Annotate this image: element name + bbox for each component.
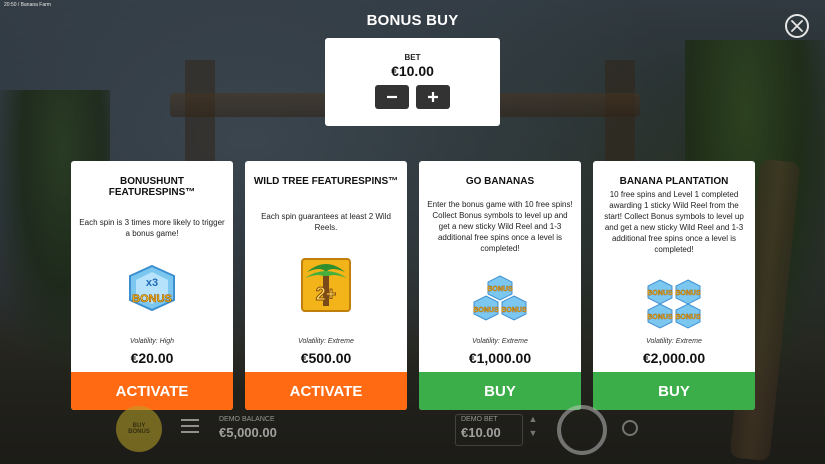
minus-icon: [387, 95, 397, 99]
plus-icon: [428, 92, 438, 102]
bonus-card-go-bananas: GO BANANAS Enter the bonus game with 10 …: [419, 161, 581, 410]
volatility-label: Volatility: Extreme: [298, 338, 354, 345]
card-price: €2,000.00: [642, 350, 706, 366]
bet-arrows-icon[interactable]: ▲ ▼: [527, 412, 539, 444]
spin-button[interactable]: [557, 405, 607, 455]
svg-text:x3: x3: [146, 277, 158, 289]
demo-balance-value: €5,000.00: [219, 425, 277, 440]
volatility-label: Volatility: Extreme: [472, 338, 528, 345]
card-title: BANANA PLANTATION: [619, 176, 729, 187]
svg-text:BONUS: BONUS: [675, 314, 701, 321]
bonus-card-banana-plantation: BANANA PLANTATION 10 free spins and Leve…: [593, 161, 755, 410]
x3-bonus-icon: x3 BONUS: [126, 264, 178, 312]
page-title: BONUS BUY: [366, 12, 459, 29]
card-price: €500.00: [300, 350, 352, 366]
card-description: 10 free spins and Level 1 completed awar…: [604, 190, 744, 254]
activate-button[interactable]: ACTIVATE: [245, 372, 407, 410]
bonus-card-wild-tree: WILD TREE FEATURESPINS™ Each spin guaran…: [245, 161, 407, 410]
svg-text:BONUS: BONUS: [487, 286, 513, 293]
volatility-label: Volatility: High: [129, 338, 175, 345]
demo-balance-label: DEMO BALANCE: [219, 416, 275, 423]
bonus-symbols-icon: BONUS BONUS BONUS: [472, 274, 528, 322]
bonus-card-bonushunt: BONUSHUNT FEATURESPINS™ Each spin is 3 t…: [71, 161, 233, 410]
bet-increase-button[interactable]: [416, 85, 450, 109]
svg-text:BONUS: BONUS: [675, 290, 701, 297]
card-description: Each spin guarantees at least 2 Wild Ree…: [261, 212, 391, 232]
volatility-label: Volatility: Extreme: [646, 338, 702, 345]
buy-button[interactable]: BUY: [419, 372, 581, 410]
bet-value: €10.00: [391, 63, 434, 79]
status-bar: 20:50 / Banana Farm: [4, 2, 51, 8]
card-title: WILD TREE FEATURESPINS™: [253, 176, 399, 187]
card-title: BONUSHUNT FEATURESPINS™: [108, 176, 196, 198]
buy-bonus-button[interactable]: BUY BONUS: [116, 406, 162, 452]
card-price: €1,000.00: [468, 350, 532, 366]
demo-bet-value: €10.00: [461, 425, 501, 440]
close-icon: [791, 20, 803, 32]
wild-tree-icon: 2+: [301, 258, 351, 312]
card-description: Enter the bonus game with 10 free spins!…: [427, 200, 573, 253]
card-description: Each spin is 3 times more likely to trig…: [79, 218, 225, 238]
svg-text:BONUS: BONUS: [647, 290, 673, 297]
bet-decrease-button[interactable]: [375, 85, 409, 109]
activate-button[interactable]: ACTIVATE: [71, 372, 233, 410]
menu-icon[interactable]: [181, 419, 199, 433]
buy-bonus-line2: BONUS: [128, 429, 150, 435]
svg-text:2+: 2+: [316, 284, 337, 304]
bet-panel: BET €10.00: [325, 38, 500, 126]
buy-button[interactable]: BUY: [593, 372, 755, 410]
bet-label: BET: [404, 53, 421, 62]
svg-text:BONUS: BONUS: [501, 307, 527, 314]
autoplay-icon[interactable]: [622, 420, 638, 436]
bonus-symbols-icon: BONUS BONUS BONUS BONUS: [646, 279, 702, 329]
card-title: GO BANANAS: [465, 176, 535, 187]
svg-text:BONUS: BONUS: [473, 307, 499, 314]
svg-text:BONUS: BONUS: [132, 293, 172, 305]
close-button[interactable]: [785, 14, 809, 38]
card-price: €20.00: [130, 350, 174, 366]
svg-text:BONUS: BONUS: [647, 314, 673, 321]
demo-bet-label: DEMO BET: [461, 416, 498, 423]
